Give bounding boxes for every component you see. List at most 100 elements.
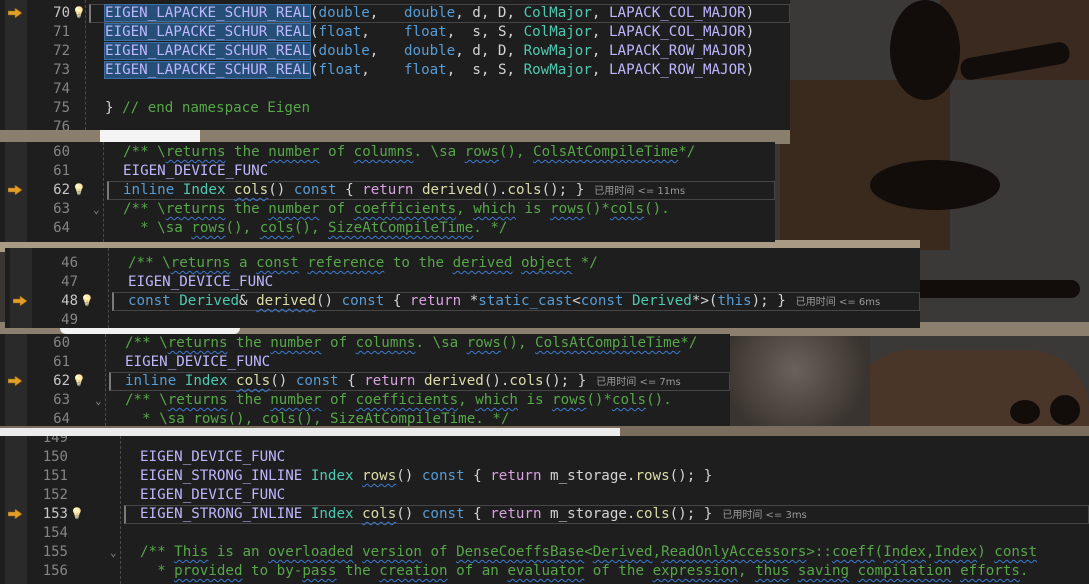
code-token: /** \ (128, 255, 171, 271)
code-text[interactable]: EIGEN_LAPACKE_SCHUR_REAL(float, float, s… (104, 23, 754, 42)
code-token: EIGEN_DEVICE_FUNC (128, 274, 274, 290)
lightbulb-icon[interactable]: 💡 (70, 504, 84, 523)
code-text[interactable]: EIGEN_LAPACKE_SCHUR_REAL(double, double,… (104, 4, 754, 23)
code-line[interactable]: 150 EIGEN_DEVICE_FUNC (0, 448, 1089, 467)
code-text[interactable]: EIGEN_DEVICE_FUNC (140, 448, 285, 467)
code-line[interactable]: 49 (5, 311, 920, 328)
code-line[interactable]: 70 💡 EIGEN_LAPACKE_SCHUR_REAL(double, doub… (0, 4, 790, 23)
code-text[interactable]: /** \returns the number of columns. \sa … (125, 334, 697, 353)
code-token: inline (123, 182, 183, 198)
code-line[interactable]: 62 💡 inline Index cols() const { return de… (0, 372, 730, 391)
code-token: ) (745, 62, 755, 78)
execution-pointer-arrow-icon (8, 376, 22, 386)
code-line[interactable]: 61 EIGEN_DEVICE_FUNC (0, 162, 775, 181)
line-number: 61 (53, 354, 70, 370)
code-token: rows (550, 201, 585, 217)
code-text[interactable]: /** \returns the number of coefficients,… (123, 200, 670, 219)
code-token: rows (635, 468, 670, 484)
code-line[interactable]: 61 EIGEN_DEVICE_FUNC (0, 353, 730, 372)
fold-chevron-icon[interactable]: ⌄ (95, 391, 102, 410)
code-text[interactable]: EIGEN_DEVICE_FUNC (123, 162, 268, 181)
perf-tip-elapsed-time[interactable]: 已用时间 <= 7ms (596, 377, 680, 388)
code-token: (). (481, 182, 508, 198)
code-line[interactable]: 75} // end namespace Eigen (0, 99, 790, 118)
code-token: This (174, 544, 209, 560)
code-text[interactable]: * provided to by-pass the creation of an… (140, 562, 1028, 581)
code-text[interactable]: EIGEN_STRONG_INLINE Index cols() const {… (140, 505, 807, 525)
code-line[interactable]: 72 EIGEN_LAPACKE_SCHUR_REAL(double, doubl… (0, 42, 790, 61)
code-token: of (319, 144, 354, 160)
code-token: ( (310, 24, 319, 40)
code-line[interactable]: 64 * \sa rows(), cols(), SizeAtCompileTi… (0, 410, 730, 426)
code-text[interactable]: EIGEN_DEVICE_FUNC (125, 353, 270, 372)
code-text[interactable]: EIGEN_STRONG_INLINE Index rows() const {… (140, 467, 712, 486)
code-line[interactable]: 71 EIGEN_LAPACKE_SCHUR_REAL(float, float,… (0, 23, 790, 42)
fold-chevron-icon[interactable]: ⌄ (93, 200, 100, 219)
fold-chevron-icon[interactable]: ⌄ (110, 543, 117, 562)
line-number: 150 (42, 449, 68, 465)
code-token: pass (302, 563, 337, 579)
code-text[interactable]: EIGEN_LAPACKE_SCHUR_REAL(double, double,… (104, 42, 755, 61)
code-line[interactable]: 156 * provided to by-pass the creation o… (0, 562, 1089, 581)
code-token: derived (452, 255, 513, 271)
code-text[interactable]: } // end namespace Eigen (105, 99, 310, 118)
code-line[interactable]: 155 ⌄ /** This is an overloaded version of… (0, 543, 1089, 562)
code-text[interactable]: * \sa rows(), cols(), SizeAtCompileTime.… (125, 410, 509, 426)
code-line[interactable]: 152 EIGEN_DEVICE_FUNC (0, 486, 1089, 505)
code-text[interactable]: EIGEN_LAPACKE_SCHUR_REAL(float, float, s… (104, 61, 755, 80)
code-line[interactable]: 63 ⌄ /** \returns the number of coefficien… (0, 200, 775, 219)
code-token: thus (755, 563, 790, 579)
code-line[interactable]: 62 💡 inline Index cols() const { return de… (0, 181, 775, 200)
code-line[interactable]: 73 EIGEN_LAPACKE_SCHUR_REAL(float, float,… (0, 61, 790, 80)
perf-tip-elapsed-time[interactable]: 已用时间 <= 3ms (722, 510, 806, 521)
lightbulb-icon[interactable]: 💡 (72, 180, 86, 199)
code-token: coefficients (355, 392, 459, 408)
lightbulb-icon[interactable]: 💡 (72, 371, 86, 390)
code-line[interactable]: 154 (0, 524, 1089, 543)
code-line[interactable]: 60 /** \returns the number of columns. \s… (0, 143, 775, 162)
line-number: 49 (61, 312, 78, 328)
code-token: { (347, 373, 365, 389)
code-token: , d, D, (455, 5, 524, 21)
code-text[interactable]: inline Index cols() const { return deriv… (125, 372, 681, 392)
code-token: float (318, 24, 362, 40)
code-token: of (319, 201, 354, 217)
code-text[interactable]: EIGEN_DEVICE_FUNC (140, 486, 285, 505)
code-line[interactable]: 151 EIGEN_STRONG_INLINE Index rows() cons… (0, 467, 1089, 486)
code-line[interactable]: 64 * \sa rows(), cols(), SizeAtCompileTi… (0, 219, 775, 238)
code-token: ) (745, 43, 755, 59)
code-text[interactable]: /** \returns the number of coefficients,… (125, 391, 672, 410)
code-token: returns (170, 255, 231, 271)
code-text[interactable]: /** This is an overloaded version of Den… (140, 543, 1037, 562)
perf-tip-elapsed-time[interactable]: 已用时间 <= 6ms (796, 297, 880, 308)
code-line[interactable]: 149 (0, 436, 1089, 448)
line-number: 74 (53, 81, 70, 97)
lightbulb-icon[interactable]: 💡 (72, 3, 86, 22)
code-text[interactable]: const Derived& derived() const { return … (128, 292, 880, 312)
code-text[interactable]: * \sa rows(), cols(), SizeAtCompileTime.… (123, 219, 507, 238)
line-number: 152 (42, 487, 68, 503)
code-token: EIGEN_LAPACKE_SCHUR_REAL (104, 23, 311, 41)
code-token: EIGEN_LAPACKE_SCHUR_REAL (104, 61, 311, 79)
code-line[interactable]: 48 💡 const Derived& derived() const { retu… (5, 292, 920, 311)
code-text[interactable]: EIGEN_DEVICE_FUNC (128, 273, 273, 292)
code-token: float (403, 62, 447, 78)
code-line[interactable]: 60 /** \returns the number of columns. \s… (0, 334, 730, 353)
code-text[interactable]: /** \returns the number of columns. \sa … (123, 143, 695, 162)
code-token: cols (234, 182, 269, 198)
code-line[interactable]: 74 (0, 80, 790, 99)
code-token: return (490, 468, 551, 484)
code-token: EIGEN_DEVICE_FUNC (140, 449, 286, 465)
code-token: { (473, 468, 491, 484)
code-token: which (473, 201, 516, 217)
code-line[interactable]: 47 EIGEN_DEVICE_FUNC (5, 273, 920, 292)
perf-tip-elapsed-time[interactable]: 已用时间 <= 11ms (594, 186, 685, 197)
lightbulb-icon[interactable]: 💡 (80, 291, 94, 310)
code-text[interactable]: inline Index cols() const { return deriv… (123, 181, 685, 201)
code-line[interactable]: 46 /** \returns a const reference to the … (5, 254, 920, 273)
code-line[interactable]: 63 ⌄ /** \returns the number of coefficien… (0, 391, 730, 410)
code-line[interactable]: 76 (0, 118, 790, 130)
code-line[interactable]: 153 💡 EIGEN_STRONG_INLINE Index cols() con… (0, 505, 1089, 524)
code-text[interactable]: /** \returns a const reference to the de… (128, 254, 598, 273)
